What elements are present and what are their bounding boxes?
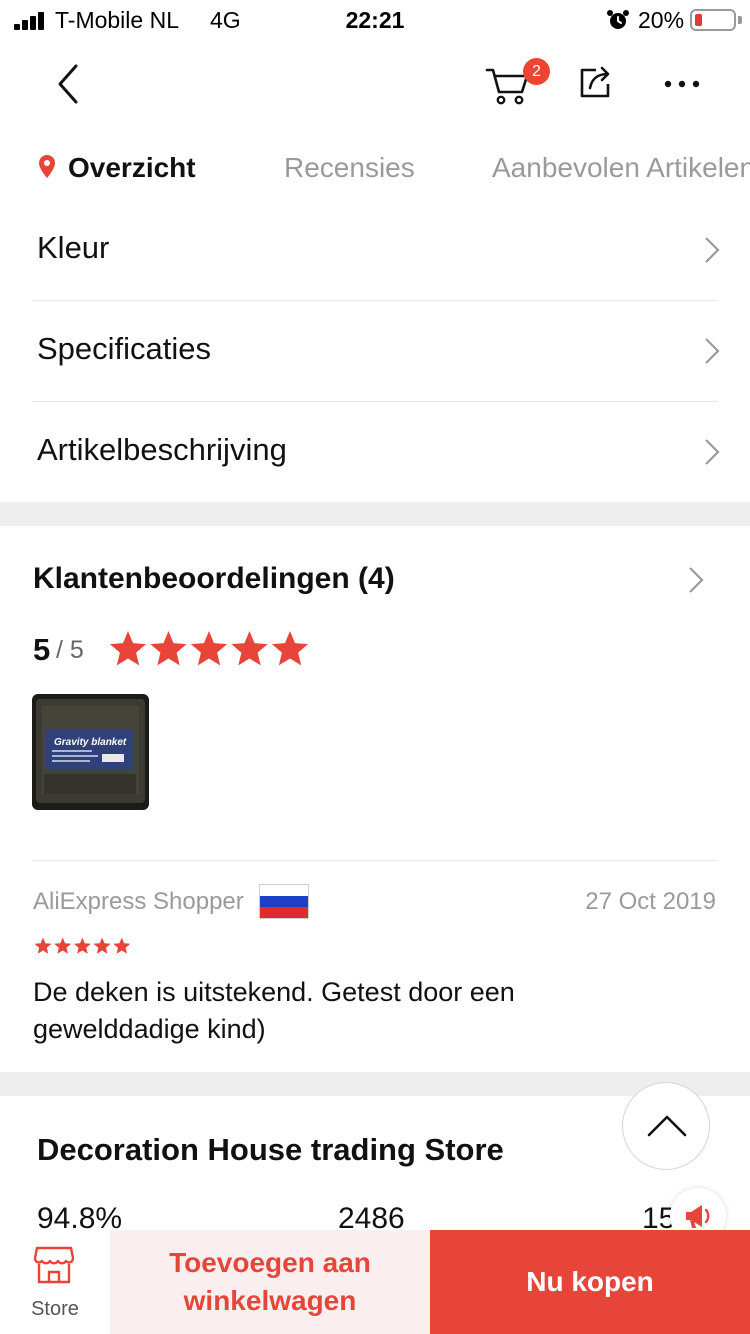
chevron-right-icon[interactable] (684, 566, 708, 594)
tab-recommended[interactable]: Aanbevolen Artikelen (492, 152, 750, 184)
cart-count-badge: 2 (523, 58, 550, 85)
bottom-action-bar: Store Toevoegen aan winkelwagen Nu kopen (0, 1230, 750, 1334)
star-icon (73, 937, 91, 954)
star-icon (271, 631, 309, 666)
star-icon (93, 937, 111, 954)
review-date: 27 Oct 2019 (585, 888, 716, 915)
chevron-up-icon (647, 1115, 687, 1137)
store-button[interactable]: Store (0, 1230, 110, 1334)
top-nav: 2 (0, 44, 750, 124)
star-icon (34, 937, 52, 954)
review-text: De deken is uitstekend. Getest door een … (33, 977, 515, 1044)
add-to-cart-button[interactable]: Toevoegen aan winkelwagen (110, 1230, 430, 1334)
battery-icon (690, 9, 736, 31)
menu-row-label: Specificaties (37, 331, 212, 366)
battery-tip (738, 16, 742, 24)
chevron-right-icon (705, 338, 720, 364)
reviewer-name: AliExpress Shopper (33, 888, 244, 915)
rating-max: / 5 (56, 636, 84, 664)
store-button-label: Store (31, 1298, 79, 1320)
review-photo-image: Gravity blanket (32, 694, 149, 810)
chevron-right-icon (705, 439, 720, 465)
scroll-to-top-button[interactable] (622, 1082, 710, 1170)
star-icon (109, 631, 147, 666)
star-icon (54, 937, 72, 954)
review-photo[interactable]: Gravity blanket (32, 694, 149, 810)
chevron-left-icon[interactable] (48, 62, 88, 106)
menu-row-color[interactable]: Kleur (0, 200, 750, 300)
more-icon[interactable] (660, 74, 706, 94)
status-bar: T-Mobile NL 4G 22:21 20% (0, 0, 750, 42)
menu-row-specifications[interactable]: Specificaties (0, 301, 750, 401)
russia-flag-icon (259, 884, 309, 919)
share-icon[interactable] (576, 64, 614, 102)
alarm-icon (607, 10, 629, 29)
rating-score: 5 (33, 632, 51, 667)
review-stars (34, 937, 131, 954)
buy-now-button[interactable]: Nu kopen (430, 1230, 750, 1334)
tab-overview[interactable]: Overzicht (68, 152, 196, 184)
chevron-right-icon (705, 237, 720, 263)
location-pin-icon (39, 155, 55, 178)
menu-row-label: Artikelbeschrijving (37, 432, 287, 467)
section-separator (0, 502, 750, 526)
menu-row-label: Kleur (37, 230, 110, 265)
reviews-title[interactable]: Klantenbeoordelingen (4) (33, 562, 395, 596)
star-icon (113, 937, 131, 954)
battery-percentage: 20% (638, 7, 685, 33)
tab-reviews[interactable]: Recensies (284, 152, 415, 184)
divider (32, 860, 718, 861)
star-icon (150, 631, 187, 666)
section-tabs: Overzicht Recensies Aanbevolen Artikelen (0, 138, 750, 198)
store-name[interactable]: Decoration House trading Store (37, 1132, 504, 1168)
store-icon (33, 1246, 75, 1284)
rating-stars (109, 631, 309, 666)
photo-caption: Gravity blanket (54, 737, 127, 748)
menu-row-description[interactable]: Artikelbeschrijving (0, 402, 750, 502)
star-icon (190, 631, 228, 666)
star-icon (231, 631, 268, 666)
